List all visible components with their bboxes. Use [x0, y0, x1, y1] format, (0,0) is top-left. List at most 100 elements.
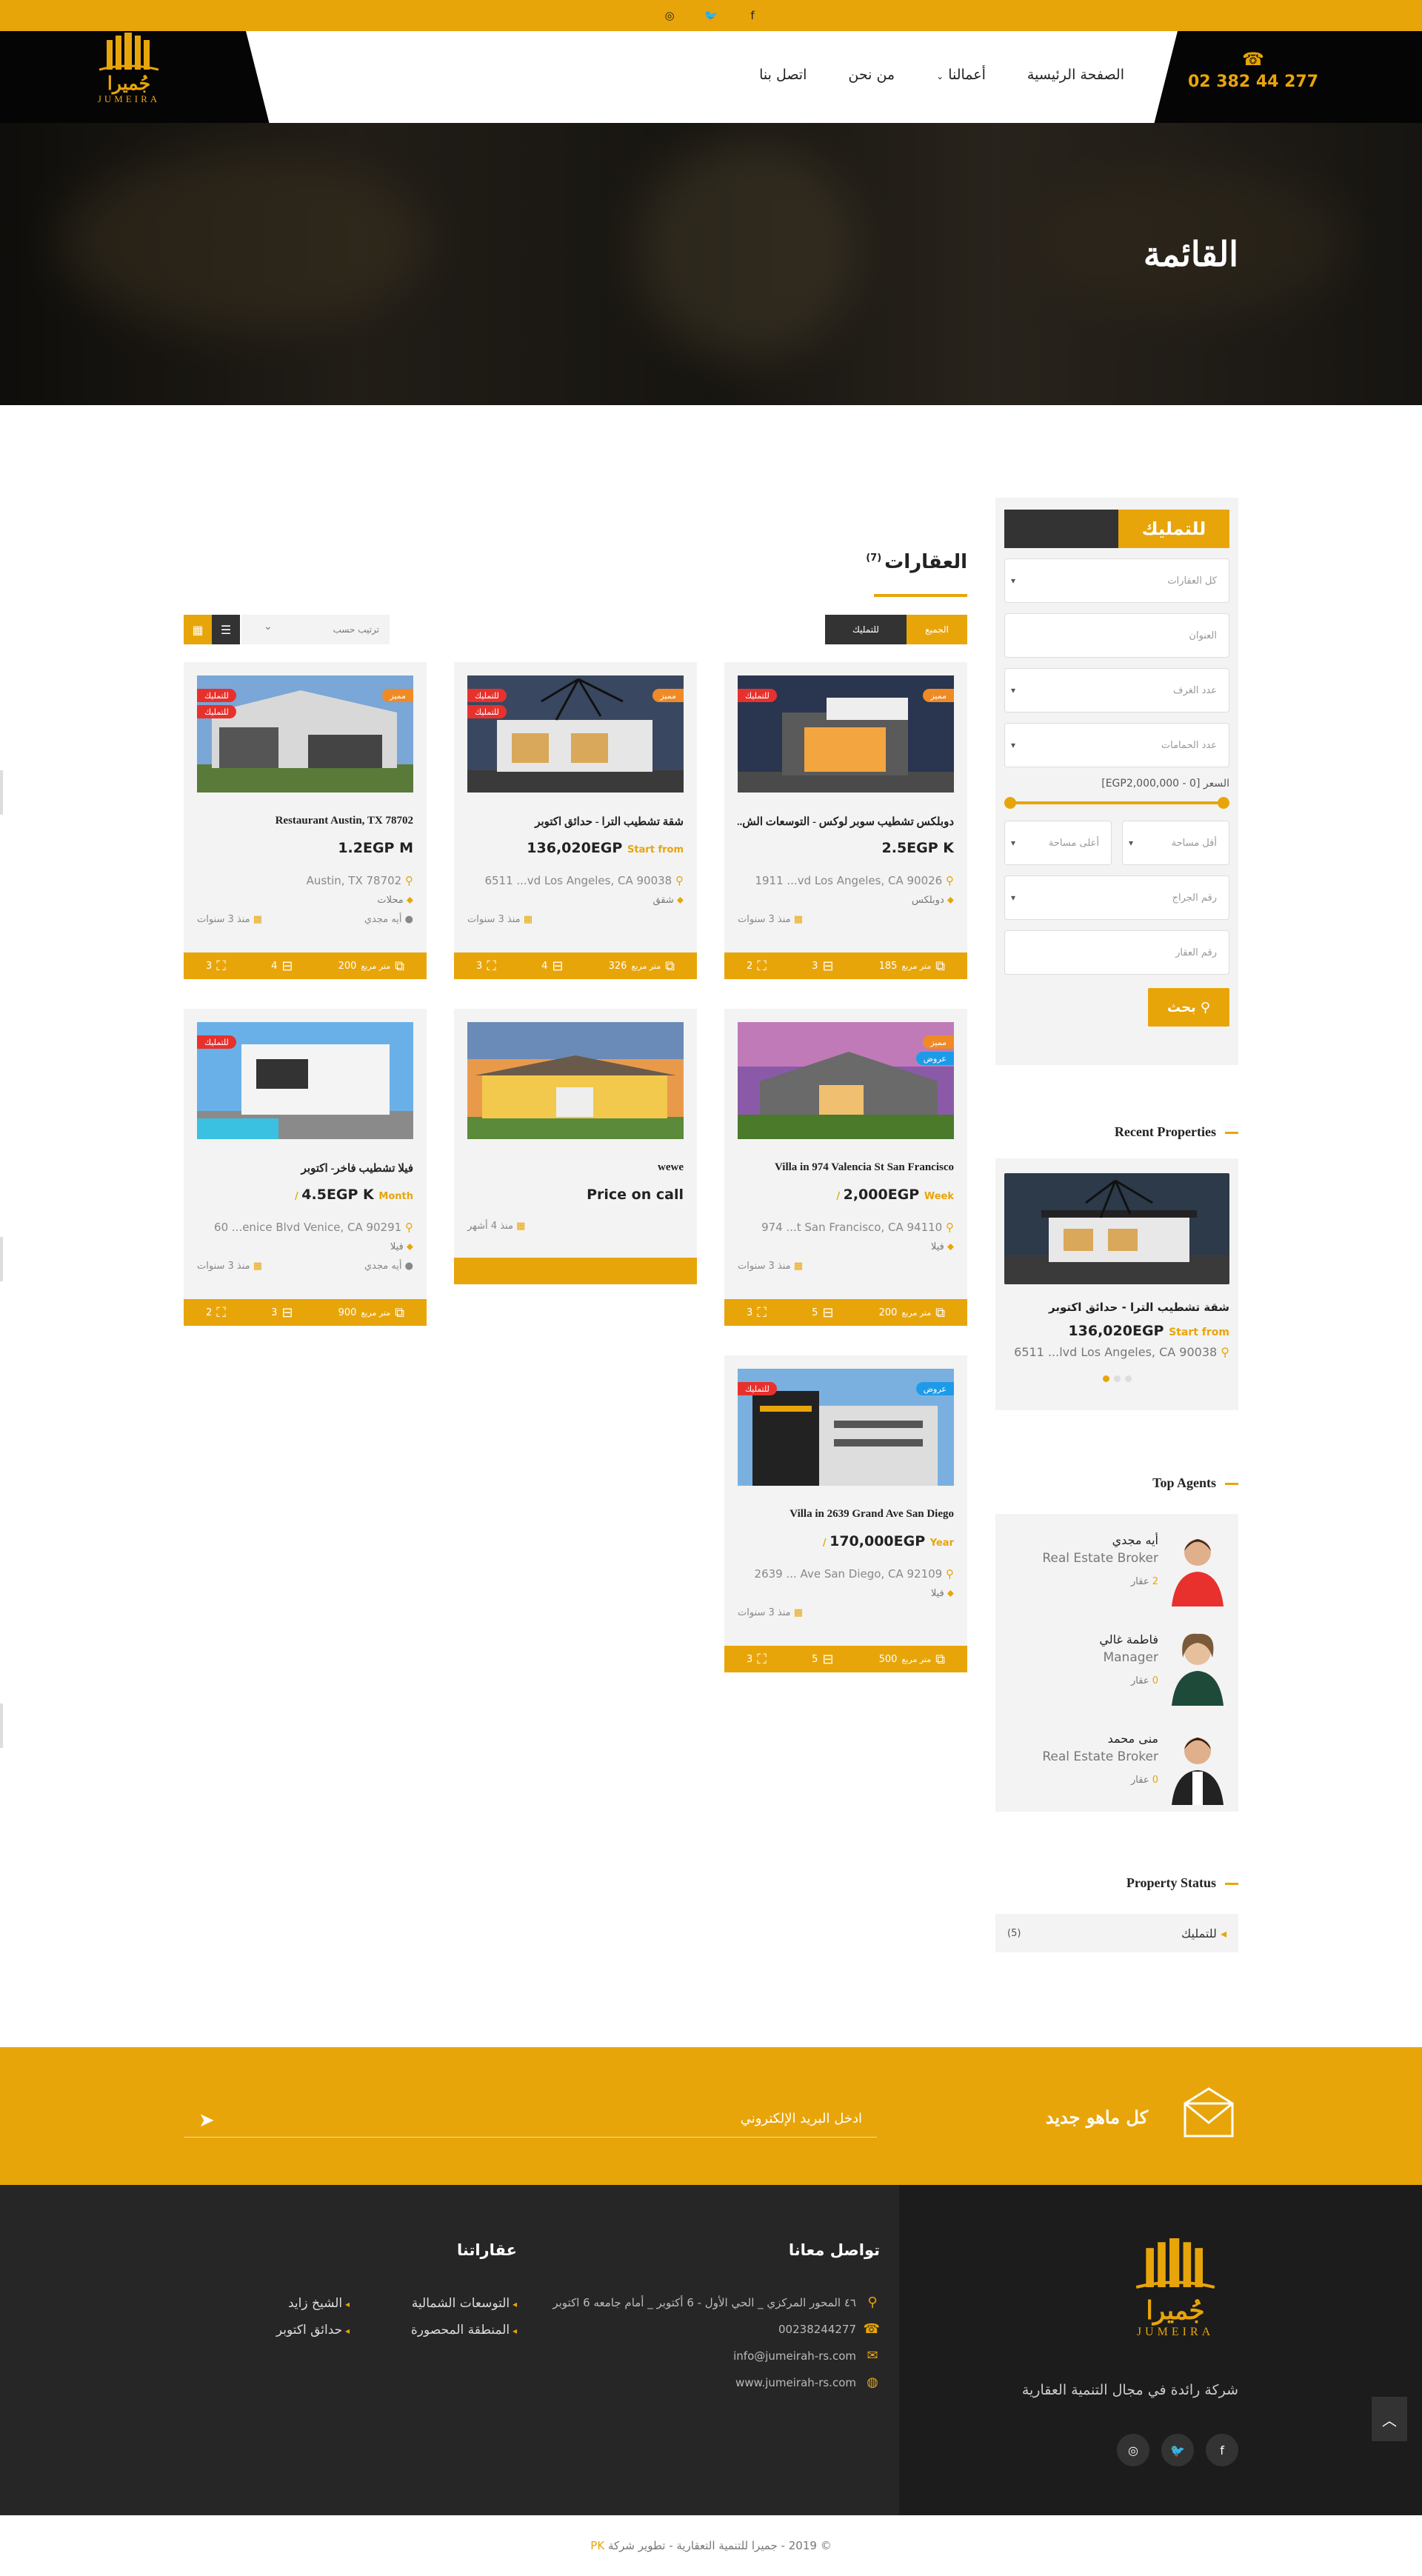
newsletter-email-input[interactable]: ادخل البريد الإلكتروني	[184, 2100, 877, 2138]
search-tab-empty[interactable]	[1004, 510, 1118, 548]
property-image[interactable]: للتمليك مميز للتمليك	[467, 675, 684, 793]
recent-property-image[interactable]	[1004, 1173, 1229, 1284]
filter-all-button[interactable]: الجميع	[907, 615, 967, 644]
agents-title: Top Agents	[995, 1475, 1238, 1491]
site-footer: جُميرا JUMEIRA شركة رائدة في مجال التنمي…	[0, 2185, 1422, 2515]
footer-logo[interactable]: جُميرا JUMEIRA	[1112, 2238, 1238, 2339]
property-card[interactable]: wewe Price on call ▦ منذ 4 أشهر	[454, 1009, 697, 1284]
property-title[interactable]: فيلا تشطيب فاخر- اكتوبر	[197, 1161, 413, 1175]
baths-select[interactable]: عدد الحمامات	[1004, 723, 1229, 767]
agent-name: أيه مجدي	[1112, 1533, 1158, 1547]
property-image[interactable]	[467, 1022, 684, 1139]
top-bar: ◎ 🐦 f	[0, 0, 1422, 31]
nav-contact[interactable]: اتصل بنا	[759, 67, 807, 83]
contact-email[interactable]: ✉ info@jumeirah-rs.com	[733, 2348, 880, 2363]
price-max-handle[interactable]	[1218, 797, 1229, 809]
property-card[interactable]: للتمليك مميز دوبلكس تشطيب سوبر لوكس - التو…	[724, 662, 967, 979]
agent-item[interactable]: منى محمد Real Estate Broker 0 عقار	[995, 1720, 1238, 1809]
calendar-icon: ▦	[793, 1261, 804, 1272]
status-filter: للتمليك الجميع	[825, 615, 967, 644]
list-view-button[interactable]: ☰	[212, 615, 240, 644]
property-image[interactable]: للتمليك مميز	[738, 675, 954, 793]
nav-about[interactable]: من نحن	[848, 67, 895, 83]
map-pin-icon: ⚲	[405, 1221, 413, 1234]
newsletter-title: كل ماهو جديد	[1045, 2106, 1148, 2128]
header-phone[interactable]: ☎ 02 382 44 277	[1172, 49, 1335, 91]
property-features: 3 ⛶ 4 ⊟ 200 متر مربع ⧉	[184, 952, 427, 979]
contact-phone[interactable]: ☎ 00238244277	[778, 2321, 880, 2337]
footer-link[interactable]: الشيخ زايد	[288, 2296, 350, 2311]
calendar-icon: ▦	[793, 1607, 804, 1618]
footer-link[interactable]: المنطقة المحصورة	[411, 2323, 517, 2338]
filter-sale-button[interactable]: للتمليك	[825, 615, 907, 644]
property-card[interactable]: للتمليك مميز للتمليك شقة تشطيب الترا - حدائ…	[454, 662, 697, 979]
contact-website[interactable]: ◍ www.jumeirah-rs.com	[735, 2375, 880, 2390]
status-badge: عروض	[915, 1052, 954, 1065]
twitter-icon[interactable]: 🐦	[1161, 2434, 1194, 2466]
tag-icon: ⬥	[676, 895, 684, 906]
max-area-select[interactable]: أعلى مساحة	[1004, 821, 1112, 865]
property-image[interactable]: للتمليك	[197, 1022, 413, 1139]
twitter-icon[interactable]: 🐦	[704, 9, 718, 22]
nav-home[interactable]: الصفحة الرئيسية	[1027, 67, 1124, 83]
footer-link[interactable]: حدائق اكتوبر	[276, 2323, 350, 2338]
property-title[interactable]: Villa in 974 Valencia St San Francisco	[738, 1161, 954, 1174]
price-slider[interactable]	[1004, 795, 1229, 810]
carousel-dot[interactable]	[1124, 1375, 1132, 1382]
property-title[interactable]: Restaurant Austin, TX 78702	[197, 815, 413, 827]
property-title[interactable]: دوبلكس تشطيب سوبر لوكس - التوسعات الش...	[738, 815, 954, 829]
edge-tab	[0, 770, 3, 815]
property-id-input[interactable]: رقم العقار	[1004, 930, 1229, 975]
price-min-handle[interactable]	[1004, 797, 1016, 809]
area-icon: ⧉	[665, 958, 675, 974]
carousel-dot[interactable]	[1113, 1375, 1121, 1382]
sort-select[interactable]: ترتيب حسب	[241, 615, 390, 644]
site-logo[interactable]: جُميرا JUMEIRA	[83, 33, 175, 121]
footer-link[interactable]: التوسعات الشمالية	[412, 2296, 517, 2311]
property-image[interactable]: مميز عروض	[738, 1022, 954, 1139]
property-features: 3 ⛶ 4 ⊟ 326 متر مربع ⧉	[454, 952, 697, 979]
address-input[interactable]: العنوان	[1004, 613, 1229, 658]
search-button[interactable]: ⚲ بحث	[1148, 988, 1229, 1027]
property-age: ▦ منذ 3 سنوات	[467, 914, 533, 925]
property-price: 2,000EGP Week /	[836, 1187, 954, 1203]
garage-select[interactable]: رقم الجراج	[1004, 875, 1229, 920]
property-type-select[interactable]: كل العقارات	[1004, 558, 1229, 603]
agent-item[interactable]: أيه مجدي Real Estate Broker 2 عقار	[995, 1521, 1238, 1610]
agent-name: منى محمد	[1107, 1732, 1158, 1746]
grid-view-button[interactable]: ▦	[184, 615, 212, 644]
rooms-select[interactable]: عدد الغرف	[1004, 668, 1229, 713]
property-card[interactable]: للتمليك مميز للتمليك Restaurant Austin, TX …	[184, 662, 427, 979]
property-card[interactable]: للتمليك فيلا تشطيب فاخر- اكتوبر 4.5EGP K M…	[184, 1009, 427, 1326]
recent-property-title[interactable]: شقة تشطيب الترا - حدائق اكتوبر	[1004, 1301, 1229, 1314]
search-tab-sale[interactable]: للتمليك	[1118, 510, 1229, 548]
agent-property-unit: عقار	[1131, 1675, 1149, 1686]
caret-icon: ◂	[1220, 1926, 1226, 1941]
property-title[interactable]: Villa in 2639 Grand Ave San Diego	[738, 1508, 954, 1521]
property-image[interactable]: للتمليك مميز للتمليك	[197, 675, 413, 793]
property-image[interactable]: للتمليك عروض	[738, 1369, 954, 1486]
carousel-dot[interactable]	[1102, 1375, 1109, 1382]
back-to-top-button[interactable]: ︿	[1372, 2397, 1407, 2441]
property-type-text: دوبلكس	[912, 895, 944, 906]
send-icon[interactable]: ➤	[198, 2109, 215, 2132]
agent-item[interactable]: فاطمة غالي Manager 0 عقار	[995, 1621, 1238, 1709]
property-title[interactable]: wewe	[467, 1161, 684, 1174]
property-status-item[interactable]: ◂ للتمليك (5)	[995, 1914, 1238, 1952]
instagram-icon[interactable]: ◎	[663, 9, 676, 22]
envelope-icon	[1184, 2087, 1234, 2138]
property-age: ▦ منذ 3 سنوات	[738, 1607, 803, 1618]
facebook-icon[interactable]: f	[1206, 2434, 1238, 2466]
property-card[interactable]: للتمليك عروض Villa in 2639 Grand Ave San D…	[724, 1355, 967, 1672]
property-title[interactable]: شقة تشطيب الترا - حدائق اكتوبر	[467, 815, 684, 829]
instagram-icon[interactable]: ◎	[1117, 2434, 1149, 2466]
property-card[interactable]: مميز عروض Villa in 974 Valencia St San Fra…	[724, 1009, 967, 1326]
nav-projects[interactable]: أعمالنا ⌄	[936, 67, 986, 83]
globe-icon: ◍	[867, 2375, 878, 2390]
property-address-text: 1911 ...vd Los Angeles, CA 90026	[755, 874, 943, 887]
min-area-select[interactable]: أقل مساحة	[1122, 821, 1229, 865]
bed-count: 4	[541, 960, 548, 972]
facebook-icon[interactable]: f	[746, 9, 759, 22]
copyright-brand[interactable]: PK	[590, 2539, 604, 2552]
edge-tab	[0, 1704, 3, 1748]
